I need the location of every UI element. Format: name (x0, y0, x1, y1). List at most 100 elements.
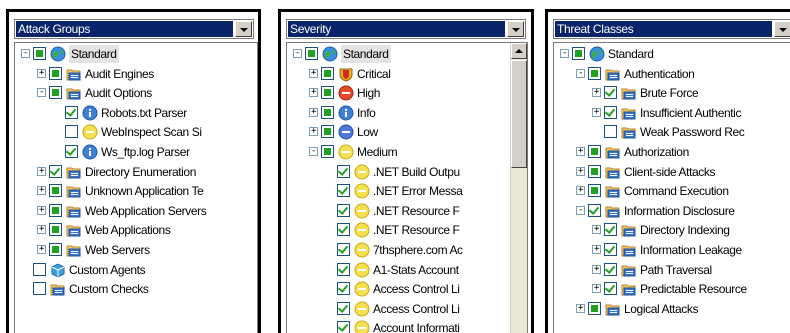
tree-item[interactable]: - Standard (287, 45, 527, 63)
expand-icon[interactable]: + (592, 245, 601, 254)
tree-item[interactable]: Weak Password Rec (554, 123, 790, 141)
tree-item[interactable]: Access Control Li (287, 280, 527, 298)
checkbox[interactable] (49, 223, 62, 237)
collapse-icon[interactable]: - (293, 49, 302, 58)
tree-item[interactable]: .NET Resource F (287, 202, 527, 220)
tree-item[interactable]: + Insufficient Authentic (554, 104, 790, 122)
checkbox[interactable] (604, 125, 617, 139)
tree-item[interactable]: WebInspect Scan Si (15, 123, 257, 141)
tree-item[interactable]: + Directory Enumeration (15, 163, 257, 181)
chevron-down-icon[interactable] (774, 21, 790, 37)
tree-item[interactable]: Access Control Li (287, 300, 527, 318)
checkbox[interactable] (337, 184, 350, 198)
checkbox[interactable] (337, 243, 350, 256)
tree-item[interactable]: + Brute Force (554, 84, 790, 102)
checkbox[interactable] (588, 145, 601, 158)
checkbox[interactable] (588, 164, 601, 178)
checkbox[interactable] (49, 203, 62, 217)
tree-item[interactable]: + Authorization (554, 143, 790, 161)
tree-item[interactable]: Custom Checks (15, 280, 257, 298)
expand-icon[interactable]: + (37, 166, 46, 176)
expand-icon[interactable]: + (37, 68, 46, 78)
expand-icon[interactable]: + (309, 127, 318, 137)
collapse-icon[interactable]: - (576, 68, 585, 78)
checkbox[interactable] (337, 282, 350, 296)
tree-item[interactable]: Robots.txt Parser (15, 104, 257, 122)
tree-item[interactable]: - Standard (15, 45, 257, 63)
checkbox[interactable] (65, 105, 78, 119)
tree-item[interactable]: - Information Disclosure (554, 202, 790, 220)
checkbox[interactable] (337, 203, 350, 217)
threat-classes-dropdown[interactable]: Threat Classes (553, 19, 790, 39)
checkbox[interactable] (604, 223, 617, 237)
tree-item[interactable]: A1-Stats Account (287, 261, 527, 279)
attack-groups-dropdown[interactable]: Attack Groups (14, 19, 254, 39)
checkbox[interactable] (337, 262, 350, 276)
checkbox[interactable] (49, 184, 62, 198)
chevron-down-icon[interactable] (507, 21, 524, 37)
expand-icon[interactable]: + (309, 107, 318, 117)
expand-icon[interactable]: + (309, 68, 318, 78)
checkbox[interactable] (588, 301, 601, 315)
checkbox[interactable] (572, 47, 585, 60)
expand-icon[interactable]: + (576, 147, 585, 156)
tree-item[interactable]: + Directory Indexing (554, 221, 790, 239)
expand-icon[interactable]: + (37, 205, 46, 215)
checkbox[interactable] (604, 86, 617, 100)
tree-item[interactable]: Ws_ftp.log Parser (15, 143, 257, 161)
checkbox[interactable] (33, 47, 46, 60)
expand-icon[interactable]: + (37, 186, 46, 196)
chevron-down-icon[interactable] (235, 21, 252, 37)
checkbox[interactable] (604, 105, 617, 119)
tree-item[interactable]: Custom Agents (15, 261, 257, 279)
tree-item[interactable]: + Web Application Servers (15, 202, 257, 220)
collapse-icon[interactable]: - (21, 49, 30, 58)
checkbox[interactable] (588, 203, 601, 217)
expand-icon[interactable]: + (576, 186, 585, 196)
checkbox[interactable] (604, 282, 617, 296)
tree-item[interactable]: 7thsphere.com Ac (287, 241, 527, 259)
severity-tree[interactable]: - Standard + Critical + High + Info + Low - Medium.… (286, 42, 528, 333)
tree-item[interactable]: .NET Resource F (287, 221, 527, 239)
collapse-icon[interactable]: - (37, 88, 46, 98)
tree-item[interactable]: + Information Leakage (554, 241, 790, 259)
checkbox[interactable] (321, 66, 334, 80)
expand-icon[interactable]: + (592, 88, 601, 98)
collapse-icon[interactable]: - (560, 49, 569, 58)
tree-item[interactable]: + Critical (287, 65, 527, 83)
checkbox[interactable] (65, 145, 78, 158)
tree-item[interactable]: - Standard (554, 45, 790, 63)
checkbox[interactable] (33, 262, 46, 276)
tree-item[interactable]: + Audit Engines (15, 65, 257, 83)
attack-groups-tree[interactable]: - Standard + Audit Engines - Audit Options Rob… (14, 42, 258, 333)
tree-item[interactable]: - Audit Options (15, 84, 257, 102)
checkbox[interactable] (49, 86, 62, 100)
checkbox[interactable] (305, 47, 318, 60)
expand-icon[interactable]: + (592, 264, 601, 274)
checkbox[interactable] (604, 243, 617, 256)
tree-item[interactable]: .NET Error Messa (287, 182, 527, 200)
expand-icon[interactable]: + (592, 107, 601, 117)
expand-icon[interactable]: + (576, 166, 585, 176)
expand-icon[interactable]: + (592, 225, 601, 235)
expand-icon[interactable]: + (592, 284, 601, 294)
tree-item[interactable]: + Client-side Attacks (554, 163, 790, 181)
collapse-icon[interactable]: - (576, 205, 585, 215)
checkbox[interactable] (49, 243, 62, 256)
checkbox[interactable] (65, 125, 78, 139)
checkbox[interactable] (49, 66, 62, 80)
checkbox[interactable] (337, 223, 350, 237)
checkbox[interactable] (321, 105, 334, 119)
checkbox[interactable] (604, 262, 617, 276)
tree-item[interactable]: Account Informati (287, 319, 527, 333)
checkbox[interactable] (337, 321, 350, 333)
tree-item[interactable]: + Predictable Resource (554, 280, 790, 298)
collapse-icon[interactable]: - (309, 147, 318, 156)
checkbox[interactable] (321, 86, 334, 100)
expand-icon[interactable]: + (37, 225, 46, 235)
threat-classes-tree[interactable]: - Standard - Authentication + Brute Force + Ins… (553, 42, 790, 333)
tree-item[interactable]: + Web Servers (15, 241, 257, 259)
tree-item[interactable]: + Path Traversal (554, 261, 790, 279)
checkbox[interactable] (49, 164, 62, 178)
severity-dropdown[interactable]: Severity (286, 19, 526, 39)
